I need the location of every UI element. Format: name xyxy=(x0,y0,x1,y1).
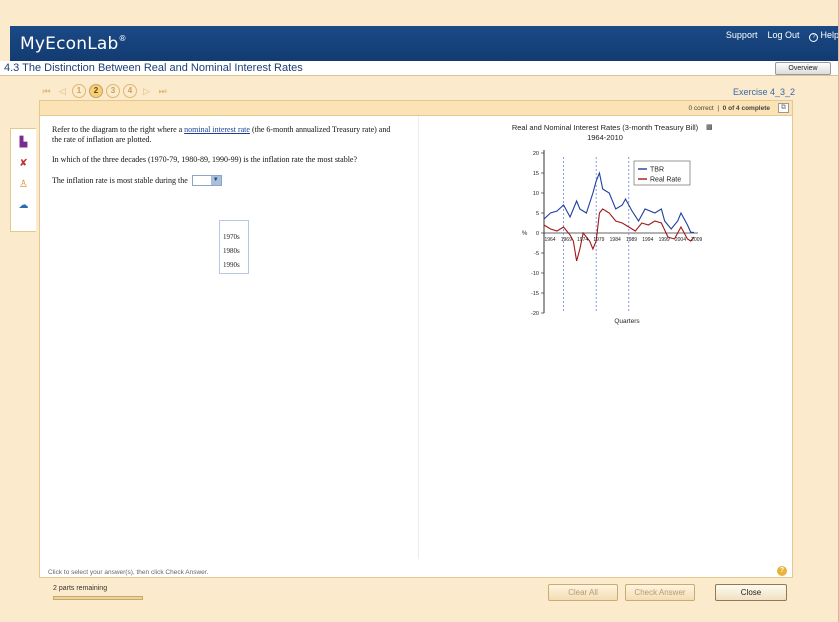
answer-row: The inflation rate is most stable during… xyxy=(52,175,402,186)
section-title: 4.3 The Distinction Between Real and Nom… xyxy=(4,62,303,74)
help-link[interactable]: ? Help xyxy=(809,30,839,42)
option-1990s[interactable]: 1990s xyxy=(220,258,248,272)
app-brand: MyEconLab® xyxy=(20,34,127,54)
chart-title: Real and Nominal Interest Rates (3-month… xyxy=(511,123,699,142)
question-prompt: In which of the three decades (1970-79, … xyxy=(52,155,358,164)
tools-icon[interactable]: ✘ xyxy=(18,158,30,170)
expand-icon[interactable]: ⧉ xyxy=(778,103,789,113)
parts-remaining: 2 parts remaining xyxy=(53,585,108,592)
x-tick-label: 1979 xyxy=(593,237,604,243)
answer-dropdown-menu: 1970s 1980s 1990s xyxy=(219,220,249,274)
help-icon[interactable]: ? xyxy=(777,566,787,576)
question-2-button[interactable]: 2 xyxy=(89,84,103,98)
option-1980s[interactable]: 1980s xyxy=(220,244,248,258)
ask-instructor-icon[interactable]: ♙ xyxy=(18,179,30,191)
y-axis-label: % xyxy=(522,231,528,237)
instructions-text: Click to select your answer(s), then cli… xyxy=(48,569,209,576)
question-text: Refer to the diagram to the right where … xyxy=(52,125,402,186)
x-tick-label: 1969 xyxy=(561,237,572,243)
support-link[interactable]: Support xyxy=(726,30,758,42)
check-answer-button[interactable]: Check Answer xyxy=(625,584,695,601)
correct-count: 0 correct xyxy=(688,105,714,112)
y-tick-label: -10 xyxy=(531,271,539,277)
first-question-button[interactable]: ⏮ xyxy=(40,85,53,98)
help-icon: ? xyxy=(809,33,819,42)
chart-options-icon[interactable]: ▩ xyxy=(706,123,713,131)
section-bar: 4.3 The Distinction Between Real and Nom… xyxy=(0,61,839,76)
x-tick-label: 1994 xyxy=(642,237,653,243)
answer-select[interactable]: ▼ xyxy=(191,175,222,186)
option-1970s[interactable]: 1970s xyxy=(220,230,248,244)
question-4-button[interactable]: 4 xyxy=(123,84,137,98)
legend-label: Real Rate xyxy=(650,177,681,184)
last-question-button[interactable]: ⏭ xyxy=(156,85,169,98)
question-1-button[interactable]: 1 xyxy=(72,84,86,98)
y-tick-label: 5 xyxy=(536,211,539,217)
header-links: Support Log Out ? Help xyxy=(726,30,839,42)
x-tick-label: 2004 xyxy=(675,237,686,243)
chart-plot: 20 15 10 5 0 -5 -10 -15 -20 1964 1969 1974 1979 1984 1… xyxy=(522,150,703,325)
overview-button[interactable]: Overview xyxy=(775,62,831,75)
close-button[interactable]: Close xyxy=(715,584,787,601)
status-bar: 0 correct | 0 of 4 complete ⧉ xyxy=(40,101,792,116)
y-tick-label: 0 xyxy=(536,231,539,237)
answer-label: The inflation rate is most stable during… xyxy=(52,175,188,185)
x-tick-label: 1974 xyxy=(577,237,588,243)
glossary-link[interactable]: nominal interest rate xyxy=(184,125,250,134)
x-tick-label: 1984 xyxy=(610,237,621,243)
question-intro: Refer to the diagram to the right where … xyxy=(52,125,391,144)
complete-count: 0 of 4 complete xyxy=(722,105,770,112)
question-nav: ⏮ ◁ 1 2 3 4 ▷ ⏭ xyxy=(40,83,169,99)
progress-bar xyxy=(53,596,143,600)
x-tick-label: 2009 xyxy=(691,237,702,243)
score-status: 0 correct | 0 of 4 complete xyxy=(688,105,770,112)
legend-label: TBR xyxy=(650,167,664,174)
y-tick-label: -15 xyxy=(531,291,539,297)
exercise-id: Exercise 4_3_2 xyxy=(732,87,795,97)
x-tick-label: 1999 xyxy=(659,237,670,243)
exercise-panel: 0 correct | 0 of 4 complete ⧉ Refer to t… xyxy=(39,100,793,578)
x-tick-label: 1964 xyxy=(544,237,555,243)
y-tick-label: -5 xyxy=(534,251,539,257)
x-axis-label: Quarters xyxy=(614,318,640,325)
print-icon[interactable]: ☁ xyxy=(18,200,30,212)
app-header: MyEconLab® Support Log Out ? Help xyxy=(10,26,839,63)
logout-link[interactable]: Log Out xyxy=(767,30,799,42)
previous-question-button[interactable]: ◁ xyxy=(56,85,69,98)
chevron-down-icon[interactable]: ▼ xyxy=(210,176,221,185)
interest-rate-chart: Real and Nominal Interest Rates (3-month… xyxy=(510,123,730,328)
x-tick-label: 1989 xyxy=(626,237,637,243)
y-tick-label: 15 xyxy=(533,171,539,177)
series-line-real-rate xyxy=(543,208,695,262)
y-tick-label: 10 xyxy=(533,191,539,197)
pane-divider xyxy=(418,116,419,559)
question-3-button[interactable]: 3 xyxy=(106,84,120,98)
tool-sidebar: ▙ ✘ ♙ ☁ xyxy=(10,128,36,232)
textbook-icon[interactable]: ▙ xyxy=(18,137,30,149)
y-tick-label: 20 xyxy=(533,151,539,157)
y-tick-label: -20 xyxy=(531,311,539,317)
next-question-button[interactable]: ▷ xyxy=(140,85,153,98)
footer-bar: 2 parts remaining Clear All Check Answer… xyxy=(39,580,793,608)
clear-all-button[interactable]: Clear All xyxy=(548,584,618,601)
